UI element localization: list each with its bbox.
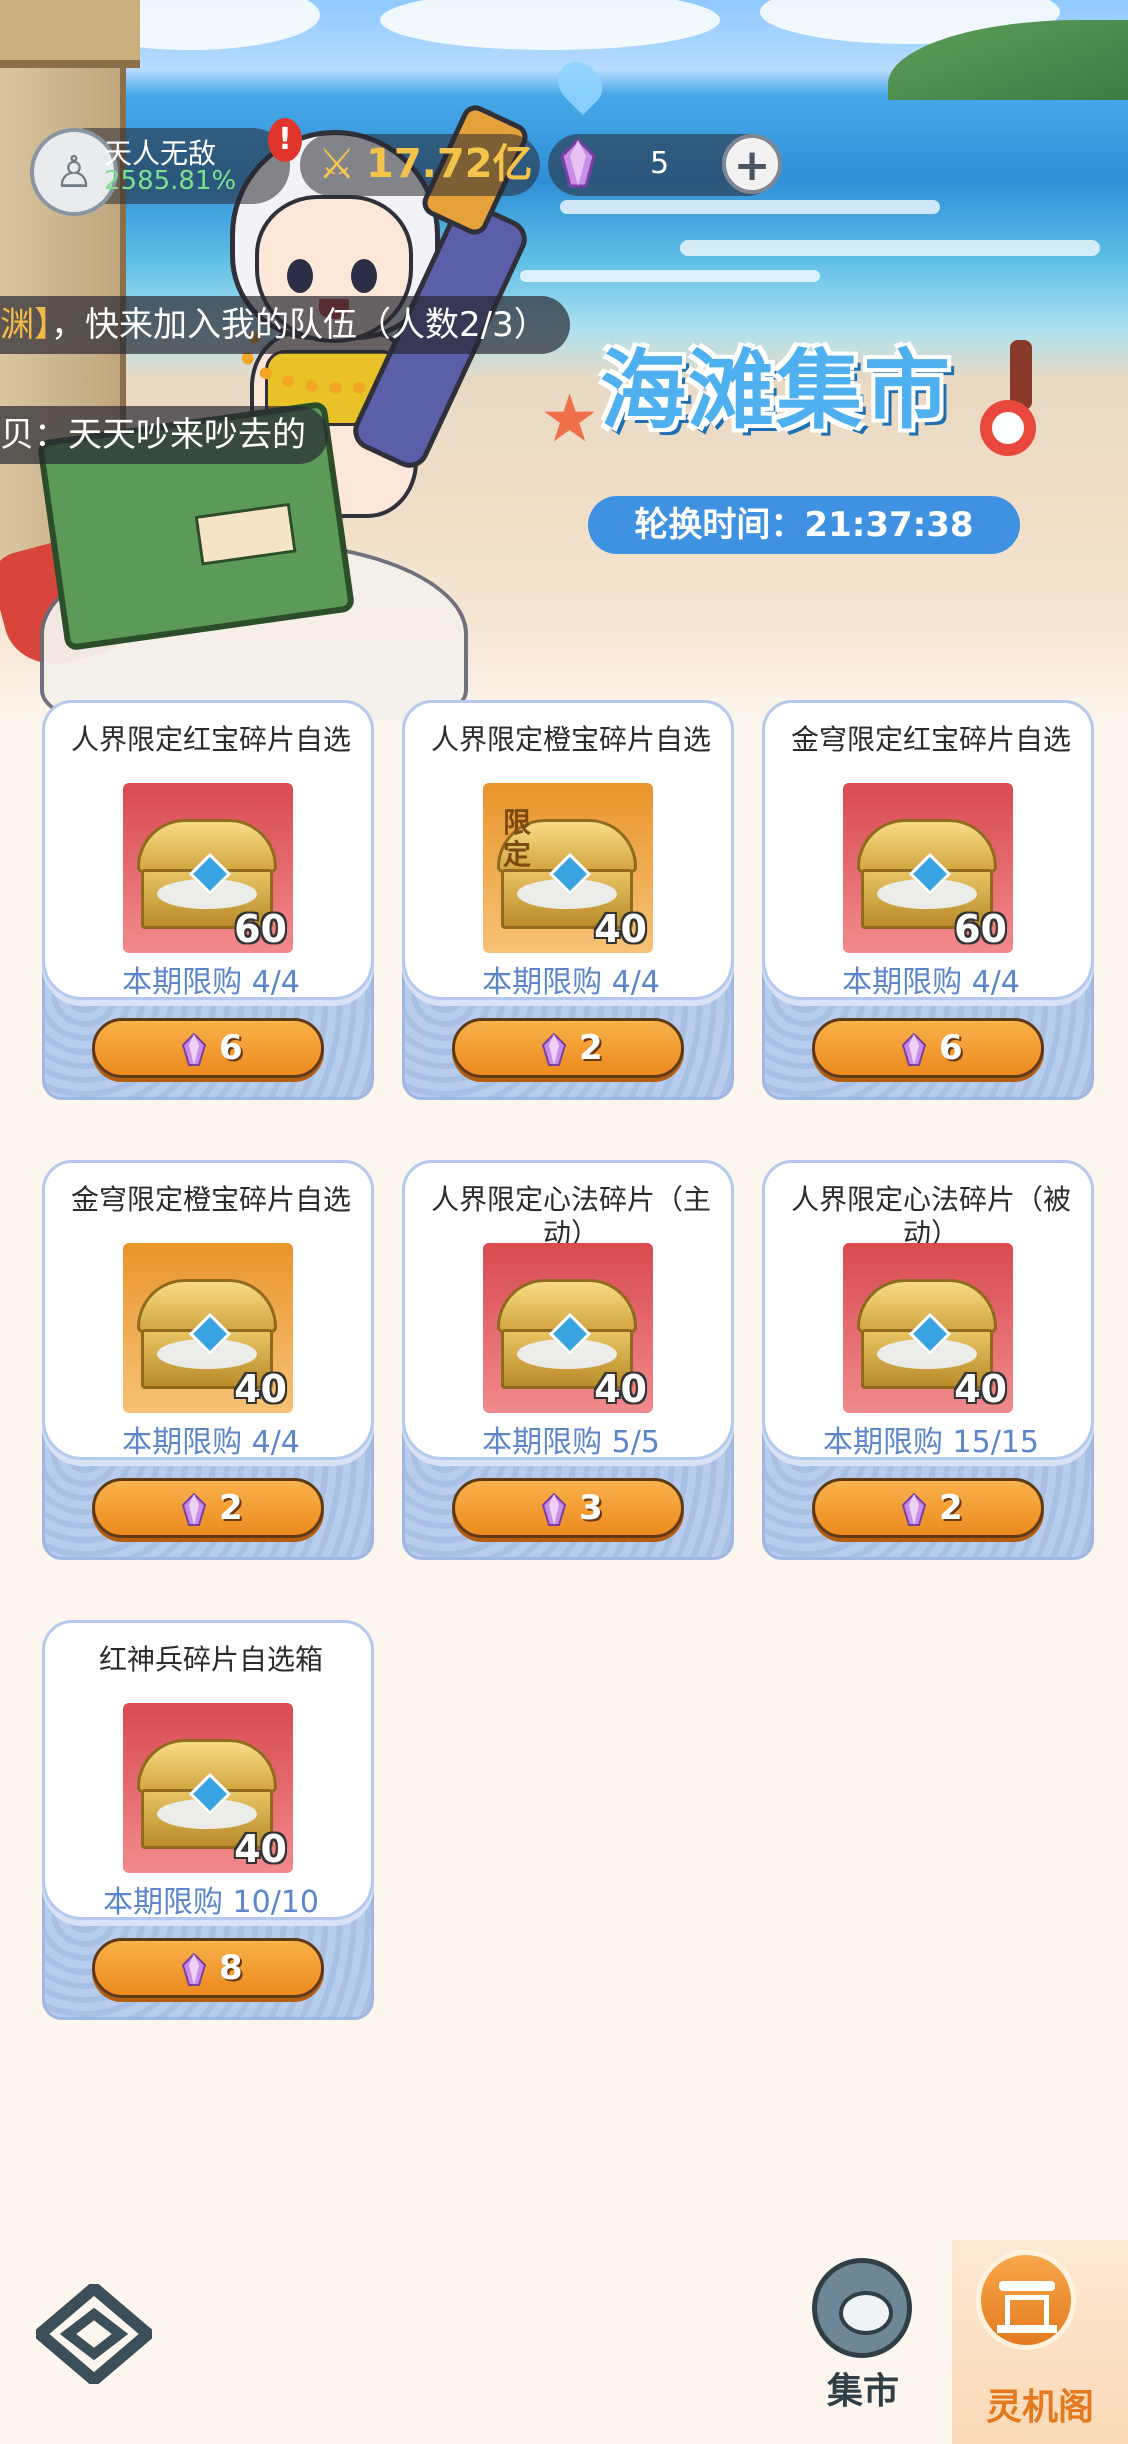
crystal-icon [901, 1033, 927, 1066]
crystal-icon [181, 1493, 207, 1526]
buy-button[interactable]: 2 [812, 1478, 1044, 1538]
item-quantity: 40 [594, 907, 647, 951]
nav-lingji-label: 灵机阁 [985, 2387, 1094, 2428]
crystal-icon [901, 1493, 927, 1526]
float-ring-icon [980, 400, 1036, 456]
purchase-limit: 本期限购 5/5 [482, 1425, 660, 1460]
crystal-icon [181, 1953, 207, 1986]
item-name: 人界限定橙宝碎片自选 [430, 723, 711, 756]
item-quantity: 60 [954, 907, 1007, 951]
market-title-logo: ★ 海滩集市 [540, 310, 1060, 470]
chat-text: ，快来加入我的队伍（人数2/3） [51, 305, 548, 345]
purchase-limit: 本期限购 4/4 [482, 965, 660, 1000]
card-panel: 人界限定红宝碎片自选 60 本期限购 4/4 [42, 700, 374, 1000]
item-quantity: 60 [234, 907, 287, 951]
power-value: 17.72亿 [366, 141, 533, 187]
crystal-icon [541, 1033, 567, 1066]
item-image[interactable]: 40 [123, 1703, 293, 1873]
purchase-limit: 本期限购 10/10 [103, 1885, 319, 1920]
starfish-icon: ★ [540, 380, 600, 457]
shop-item-card[interactable]: 人界限定红宝碎片自选 60 本期限购 4/4 6 [42, 700, 374, 1100]
menu-logo-icon[interactable] [36, 2284, 152, 2384]
market-title: 海滩集市 [600, 341, 952, 441]
shop-item-card[interactable]: 人界限定心法碎片（主动） 40 本期限购 5/5 3 [402, 1160, 734, 1560]
item-name: 人界限定心法碎片（主动） [430, 1183, 711, 1250]
card-panel: 金穹限定红宝碎片自选 60 本期限购 4/4 [762, 700, 1094, 1000]
item-quantity: 40 [234, 1827, 287, 1871]
nav-tab-market[interactable]: 集市 [808, 2258, 918, 2418]
card-panel: 金穹限定橙宝碎片自选 40 本期限购 4/4 [42, 1160, 374, 1460]
purchase-limit: 本期限购 4/4 [122, 965, 300, 1000]
item-name: 红神兵碎片自选箱 [98, 1643, 323, 1676]
card-panel: 红神兵碎片自选箱 40 本期限购 10/10 [42, 1620, 374, 1920]
wave [520, 270, 820, 282]
item-name: 人界限定心法碎片（被动） [790, 1183, 1071, 1250]
card-panel: 人界限定橙宝碎片自选 限定 40 本期限购 4/4 [402, 700, 734, 1000]
shop-item-card[interactable]: 红神兵碎片自选箱 40 本期限购 10/10 8 [42, 1620, 374, 2020]
item-image[interactable]: 60 [123, 783, 293, 953]
wave [680, 240, 1100, 256]
chat-text: 贝：天天吵来吵去的 [0, 415, 306, 455]
alert-icon[interactable]: ! [268, 118, 302, 162]
add-gem-button[interactable]: + [722, 134, 782, 194]
purchase-limit: 本期限购 4/4 [842, 965, 1020, 1000]
buy-button[interactable]: 6 [92, 1018, 324, 1078]
crystal-icon [560, 138, 596, 188]
buy-price: 6 [219, 1028, 243, 1068]
item-image[interactable]: 40 [123, 1243, 293, 1413]
crystal-icon [541, 1493, 567, 1526]
cloud [380, 0, 720, 50]
shop-item-card[interactable]: 金穹限定红宝碎片自选 60 本期限购 4/4 6 [762, 700, 1094, 1100]
market-bag-icon [812, 2258, 912, 2358]
purchase-limit: 本期限购 15/15 [823, 1425, 1039, 1460]
item-name: 人界限定红宝碎片自选 [70, 723, 351, 756]
card-panel: 人界限定心法碎片（主动） 40 本期限购 5/5 [402, 1160, 734, 1460]
purchase-limit: 本期限购 4/4 [122, 1425, 300, 1460]
shop-item-card[interactable]: 金穹限定橙宝碎片自选 40 本期限购 4/4 2 [42, 1160, 374, 1560]
item-name: 金穹限定红宝碎片自选 [790, 723, 1071, 756]
shop-item-card[interactable]: 人界限定橙宝碎片自选 限定 40 本期限购 4/4 2 [402, 700, 734, 1100]
buy-price: 2 [579, 1028, 603, 1068]
water-splash [548, 52, 612, 116]
buy-price: 3 [579, 1488, 603, 1528]
rotation-timer: 轮换时间：21:37:38 [588, 496, 1020, 554]
item-image[interactable]: 60 [843, 783, 1013, 953]
item-image[interactable]: 40 [843, 1243, 1013, 1413]
item-image[interactable]: 限定 40 [483, 783, 653, 953]
nav-market-label: 集市 [826, 2371, 899, 2412]
buy-price: 2 [939, 1488, 963, 1528]
sword-icon: ⚔ [318, 139, 356, 188]
item-quantity: 40 [234, 1367, 287, 1411]
item-image[interactable]: 40 [483, 1243, 653, 1413]
gem-count: 5 [650, 146, 670, 181]
buy-button[interactable]: 6 [812, 1018, 1044, 1078]
wave [560, 200, 940, 214]
buy-price: 8 [219, 1948, 243, 1988]
chat-line[interactable]: 贝：天天吵来吵去的 [0, 406, 328, 464]
card-panel: 人界限定心法碎片（被动） 40 本期限购 15/15 [762, 1160, 1094, 1460]
pavilion-icon [976, 2250, 1076, 2350]
buy-button[interactable]: 2 [92, 1478, 324, 1538]
chat-line[interactable]: 渊】，快来加入我的队伍（人数2/3） [0, 296, 570, 354]
item-name: 金穹限定橙宝碎片自选 [70, 1183, 351, 1216]
shop-item-card[interactable]: 人界限定心法碎片（被动） 40 本期限购 15/15 2 [762, 1160, 1094, 1560]
nav-tab-lingji[interactable]: 灵机阁 [952, 2240, 1128, 2444]
item-quantity: 40 [594, 1367, 647, 1411]
item-quantity: 40 [954, 1367, 1007, 1411]
buy-button[interactable]: 8 [92, 1938, 324, 1998]
rank-percent: 2585.81% [104, 166, 237, 196]
buy-price: 6 [939, 1028, 963, 1068]
chat-highlight: 渊】 [0, 305, 51, 345]
buy-button[interactable]: 2 [452, 1018, 684, 1078]
buy-price: 2 [219, 1488, 243, 1528]
buy-button[interactable]: 3 [452, 1478, 684, 1538]
bottle-icon [1010, 340, 1032, 410]
limited-tag: 限定 [503, 806, 532, 871]
crystal-icon [181, 1033, 207, 1066]
